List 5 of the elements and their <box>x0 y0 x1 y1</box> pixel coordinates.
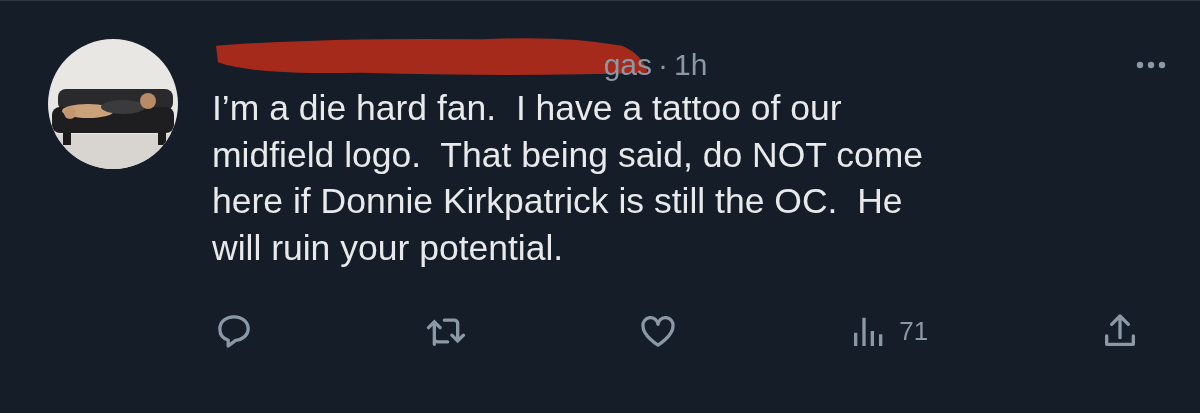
post-text: I’m a die hard fan. I have a tattoo of our midfield logo. That being said, do NOT come here if Donnie Kirkpatrick is still the OC. He will ruin your potential. <box>212 87 925 270</box>
view-count: 71 <box>899 315 929 347</box>
separator-dot: · <box>658 48 668 82</box>
post-time: 1h <box>674 48 708 82</box>
more-icon[interactable] <box>1136 61 1166 69</box>
